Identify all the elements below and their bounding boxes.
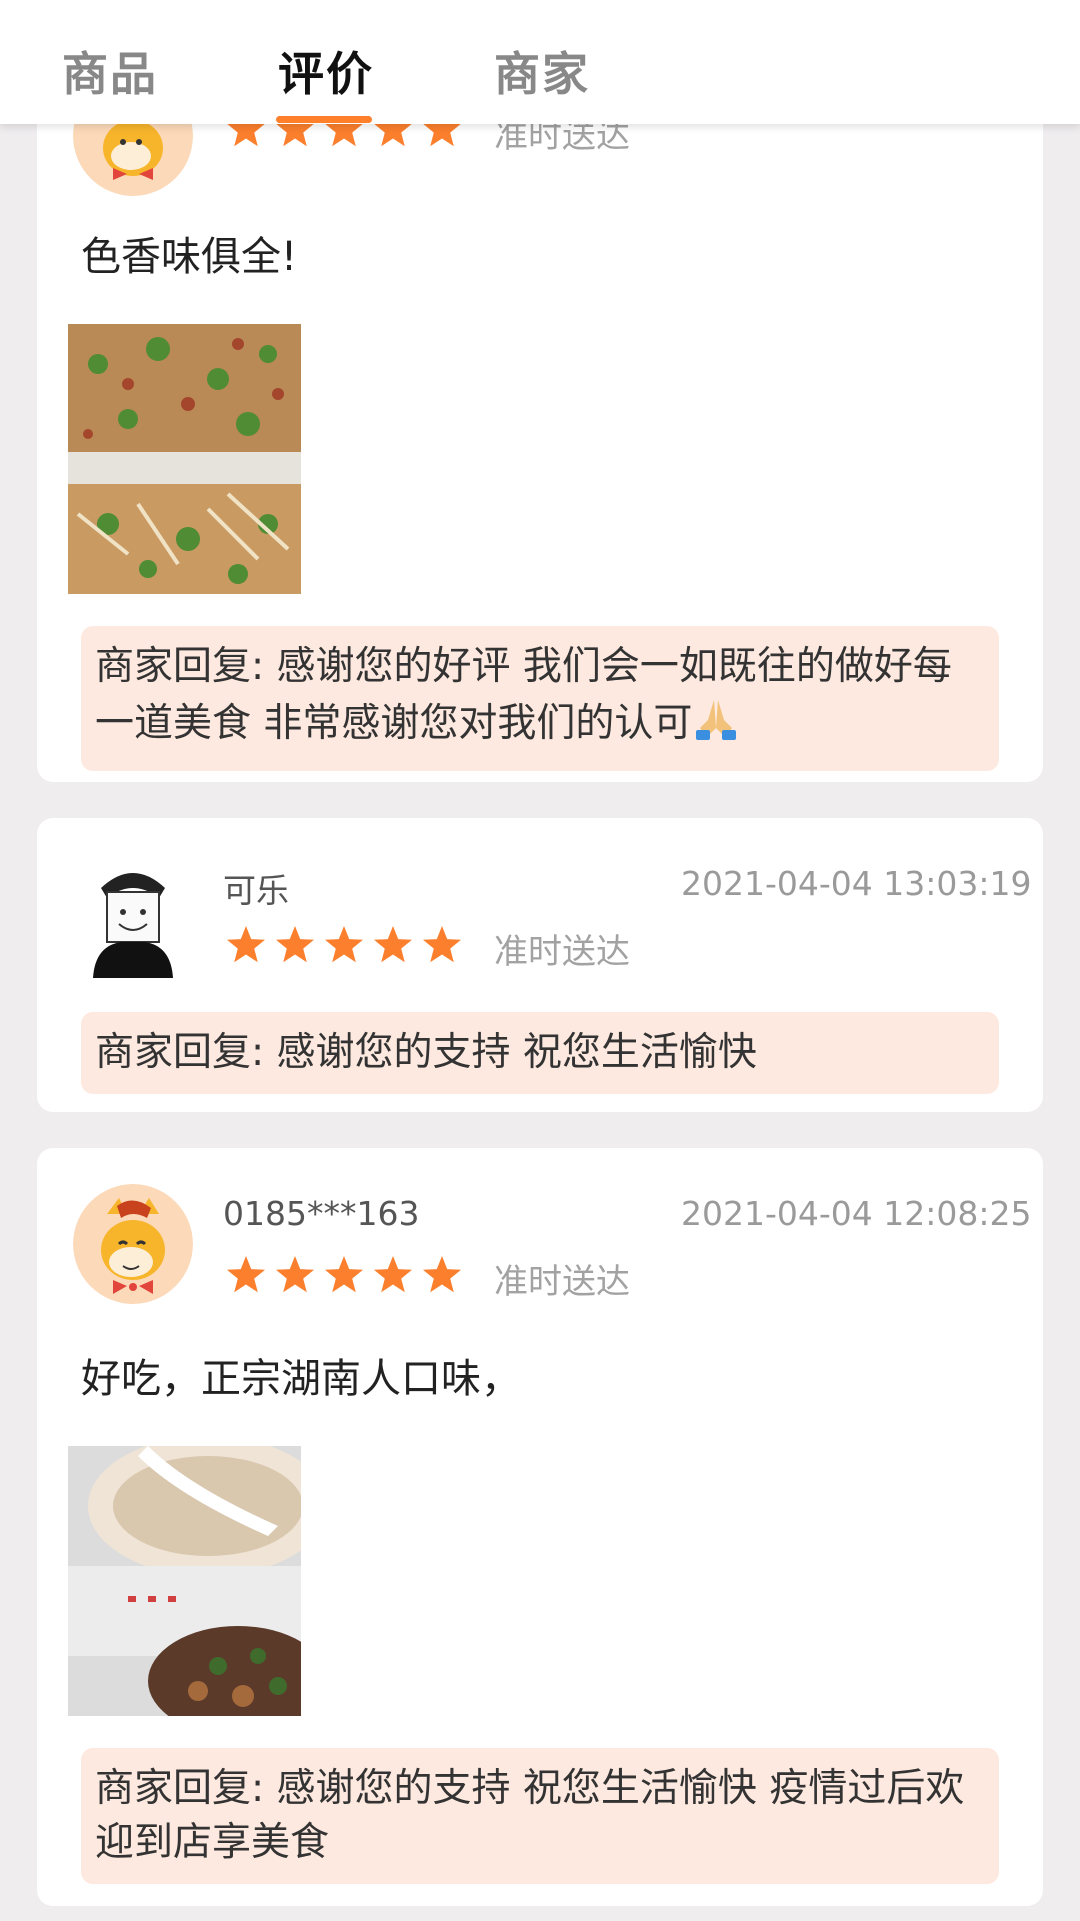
username: 0185***163 (223, 1194, 420, 1233)
star-icon (372, 924, 414, 966)
review-photo[interactable] (68, 324, 301, 594)
star-icon (421, 1254, 463, 1296)
review-card: 可乐 2021-04-04 13:03:19 准时送达 商家回复: 感谢您的支持… (37, 818, 1043, 1112)
review-photo[interactable] (68, 1446, 301, 1716)
merchant-reply: 商家回复: 感谢您的支持 祝您生活愉快 (81, 1012, 999, 1094)
star-icon (274, 924, 316, 966)
star-icon (323, 924, 365, 966)
star-icon (372, 1254, 414, 1296)
rating-stars (225, 1254, 463, 1296)
merchant-reply-text: 商家回复: 感谢您的好评 我们会一如既往的做好每一道美食 非常感谢您对我们的认可 (95, 644, 952, 746)
active-tab-indicator (276, 116, 372, 123)
star-icon (274, 1254, 316, 1296)
reviews-page: 商品 评价 商家 准时送达 色香味俱全! 商家回复: 感谢您的好评 我们会一如既… (0, 0, 1080, 1921)
food-photo-image (68, 324, 301, 594)
takeout-photo-image (68, 1446, 301, 1716)
review-card: 准时送达 色香味俱全! 商家回复: 感谢您的好评 我们会一如既往的做好每一道美食… (37, 100, 1043, 782)
review-time: 2021-04-04 12:08:25 (681, 1194, 1032, 1233)
tab-reviews[interactable]: 评价 (278, 38, 374, 104)
sketch-person-icon (73, 858, 193, 978)
merchant-reply: 商家回复: 感谢您的好评 我们会一如既往的做好每一道美食 非常感谢您对我们的认可 (81, 626, 999, 771)
user-avatar[interactable] (73, 858, 193, 978)
rating-stars (225, 924, 463, 966)
delivery-tag: 准时送达 (494, 932, 630, 972)
merchant-reply: 商家回复: 感谢您的支持 祝您生活愉快 疫情过后欢迎到店享美食 (81, 1748, 999, 1884)
star-icon (225, 1254, 267, 1296)
user-avatar[interactable] (73, 1184, 193, 1304)
top-tab-bar: 商品 评价 商家 (0, 0, 1080, 124)
star-icon (323, 1254, 365, 1296)
tab-merchant[interactable]: 商家 (494, 38, 590, 104)
review-comment: 色香味俱全! (81, 234, 298, 280)
merchant-reply-text: 商家回复: 感谢您的支持 祝您生活愉快 疫情过后欢迎到店享美食 (95, 1766, 965, 1865)
review-time: 2021-04-04 13:03:19 (681, 864, 1032, 903)
review-card: 0185***163 2021-04-04 12:08:25 准时送达 好吃，正… (37, 1148, 1043, 1906)
star-icon (421, 924, 463, 966)
star-icon (225, 924, 267, 966)
username: 可乐 (223, 871, 289, 910)
horse-mascot-icon (73, 1184, 193, 1304)
review-comment: 好吃，正宗湖南人口味， (81, 1356, 521, 1402)
delivery-tag: 准时送达 (494, 1262, 630, 1302)
merchant-reply-text: 商家回复: 感谢您的支持 祝您生活愉快 (95, 1030, 757, 1075)
praying-hands-icon (692, 694, 740, 757)
tab-products[interactable]: 商品 (62, 38, 158, 104)
